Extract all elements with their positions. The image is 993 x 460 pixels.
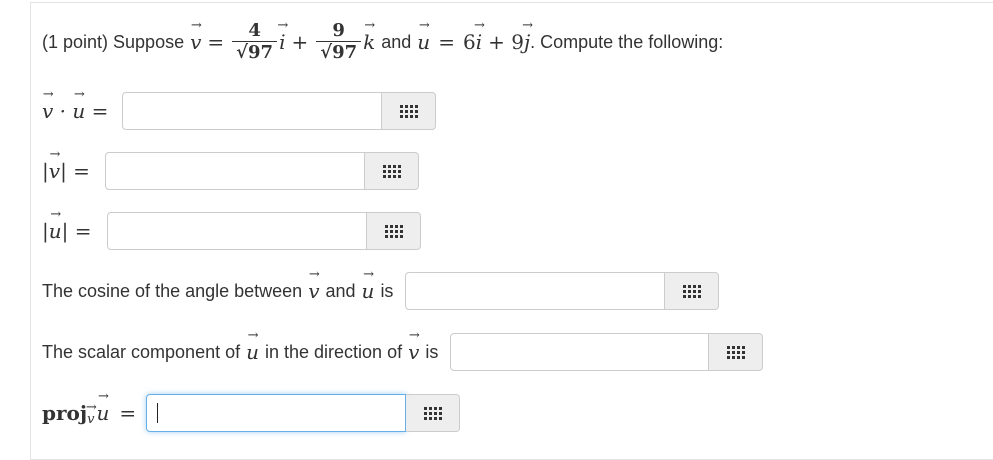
equation-editor-button[interactable] xyxy=(665,272,720,310)
k-unit: k xyxy=(363,30,375,54)
fraction-k: 9 √97 xyxy=(316,21,362,63)
v-magnitude-input[interactable] xyxy=(105,152,365,190)
equation-editor-button[interactable] xyxy=(406,394,461,432)
dot-product-row: v · u = xyxy=(42,92,436,130)
fraction-i: 4 √97 xyxy=(232,21,278,63)
scalar-row: The scalar component of u in the directi… xyxy=(42,333,764,371)
projection-row: proj v u = xyxy=(42,394,461,432)
and-word: and xyxy=(381,31,412,52)
grid-icon xyxy=(423,406,442,420)
equation-editor-button[interactable] xyxy=(709,333,764,371)
i-unit: i xyxy=(279,30,285,54)
problem-statement: (1 point) Suppose v = 4 √97 i + 9 √97 k … xyxy=(42,14,723,70)
u-coef-j: + 9 xyxy=(488,30,524,54)
equation-editor-button[interactable] xyxy=(367,212,421,250)
equation-editor-button[interactable] xyxy=(365,152,419,190)
grid-icon xyxy=(399,104,418,118)
u-magnitude-label: |u| = xyxy=(42,219,107,243)
points-label: (1 point) Suppose xyxy=(42,31,185,52)
u-coef-i: 6 xyxy=(462,30,476,54)
v-symbol: v xyxy=(190,30,201,54)
u-magnitude-input[interactable] xyxy=(107,212,367,250)
grid-icon xyxy=(682,284,701,298)
scalar-input[interactable] xyxy=(450,333,710,371)
equation-editor-button[interactable] xyxy=(382,92,436,130)
cosine-input[interactable] xyxy=(405,272,666,310)
proj-label: proj xyxy=(42,401,88,425)
dot-product-label: v · u = xyxy=(42,99,122,123)
v-magnitude-row: |v| = xyxy=(42,152,419,190)
u-symbol: u xyxy=(417,30,430,54)
grid-icon xyxy=(384,224,403,238)
compute-text: . Compute the following: xyxy=(530,31,724,52)
u-magnitude-row: |u| = xyxy=(42,212,421,250)
v-magnitude-label: |v| = xyxy=(42,159,105,183)
grid-icon xyxy=(382,164,401,178)
text-cursor xyxy=(157,403,159,423)
cosine-text: The cosine of the angle between xyxy=(42,280,303,301)
grid-icon xyxy=(726,345,745,359)
dot-product-input[interactable] xyxy=(122,92,382,130)
cosine-row: The cosine of the angle between v and u … xyxy=(42,272,720,310)
projection-input[interactable] xyxy=(146,394,407,432)
scalar-text: The scalar component of xyxy=(42,341,241,362)
